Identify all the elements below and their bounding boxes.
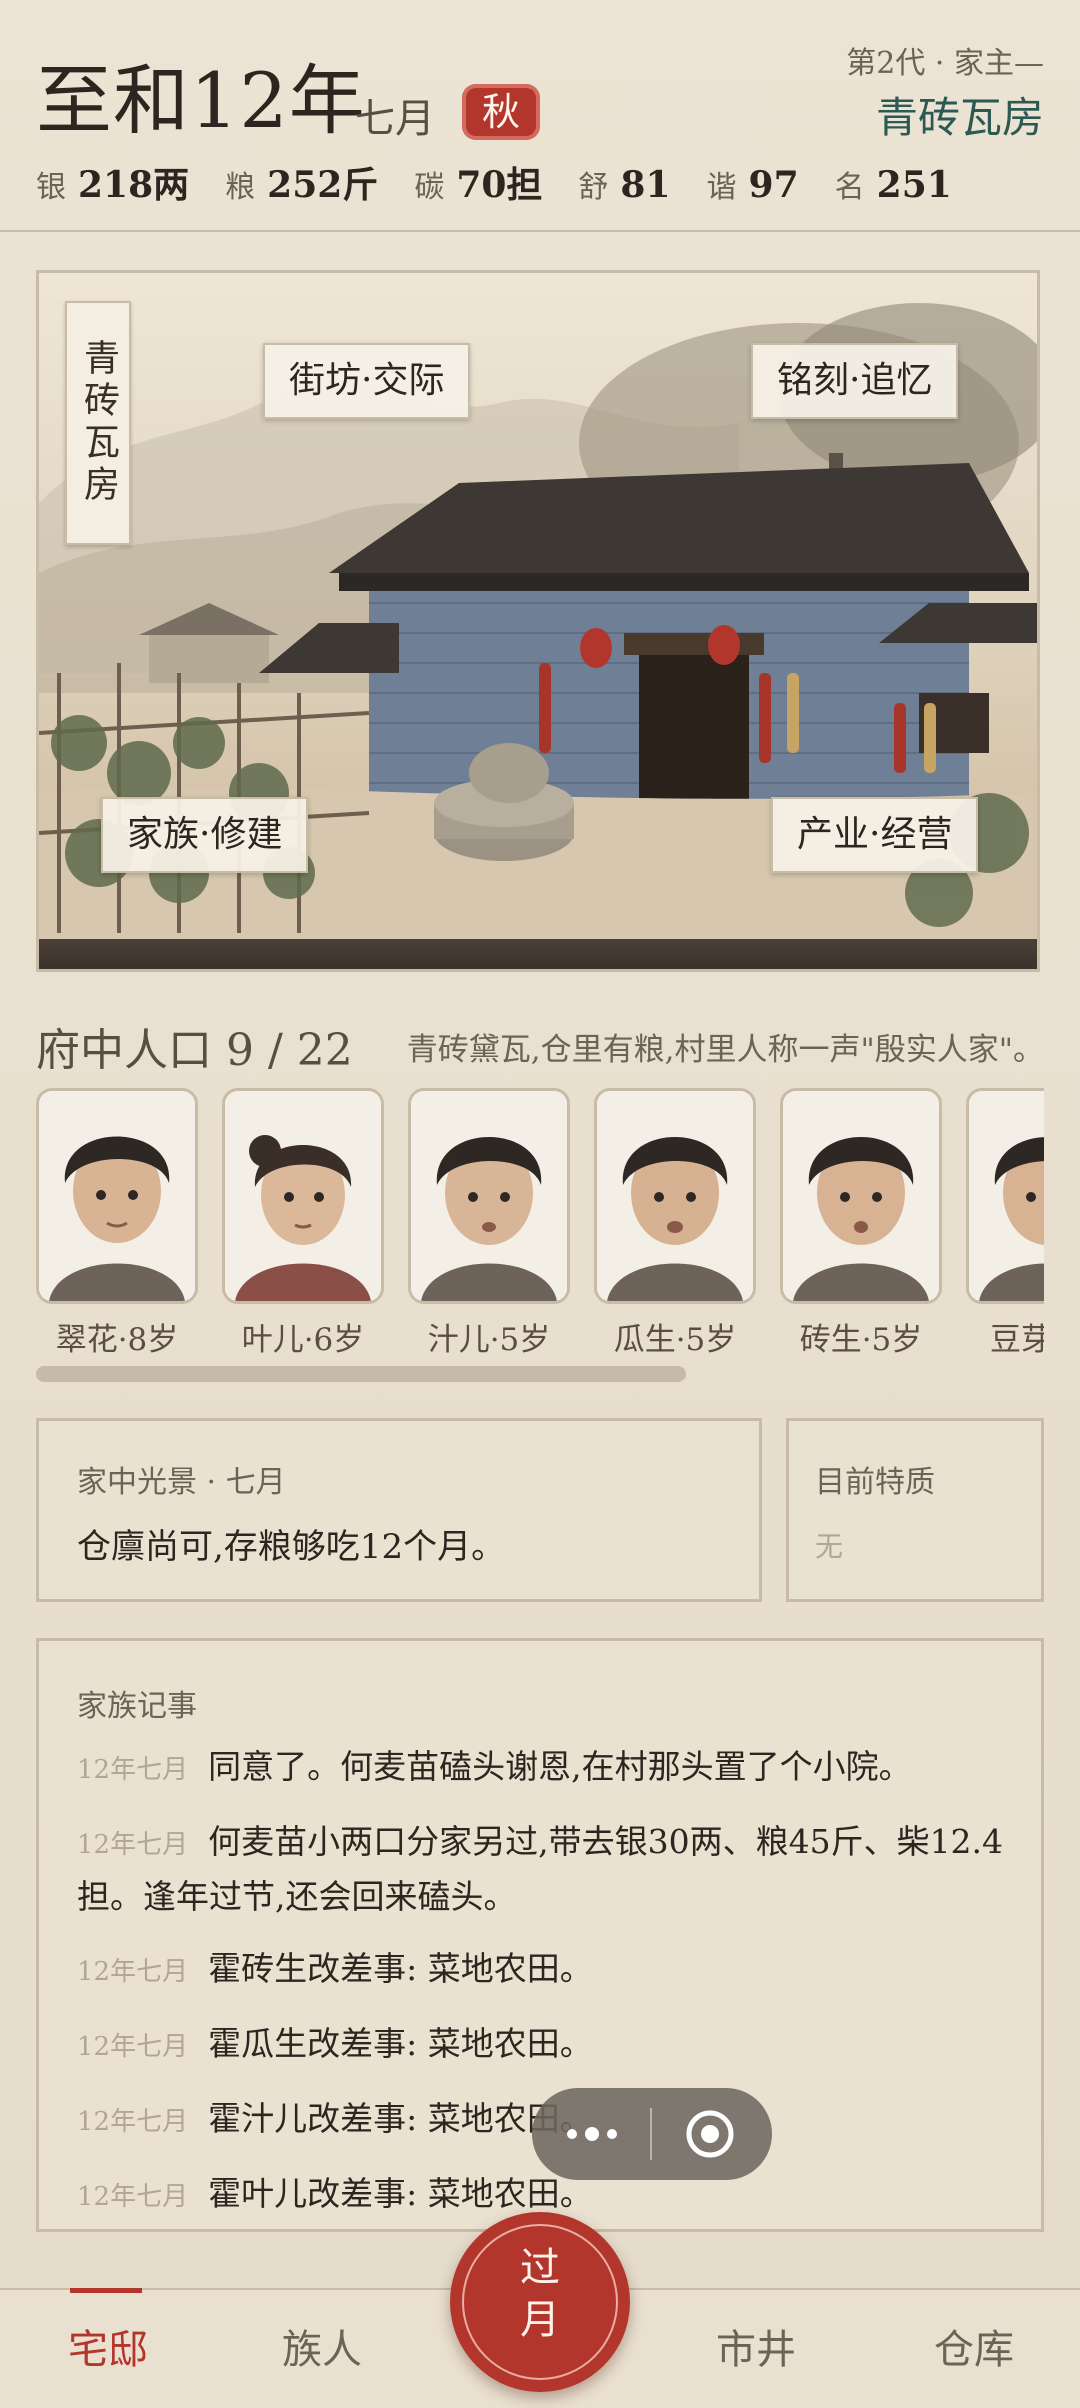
advance-month-text: 过月 bbox=[520, 2245, 560, 2343]
child-portrait-icon bbox=[969, 1091, 1044, 1301]
person-card[interactable]: 翠花·8岁 bbox=[36, 1088, 198, 1358]
log-entry: 12年七月 何麦苗小两口分家另过,带去银30两、粮45斤、柴12.4担。逢年过节,… bbox=[77, 1816, 1007, 1923]
person-name: 叶儿·6岁 bbox=[241, 1322, 365, 1358]
child-portrait-icon bbox=[783, 1091, 939, 1301]
stat-value: 70担 bbox=[456, 164, 543, 206]
person-name: 翠花·8岁 bbox=[55, 1322, 179, 1358]
stat-comfort: 舒 81 bbox=[578, 162, 670, 206]
season-badge: 秋 bbox=[462, 84, 540, 140]
close-miniprogram-button[interactable] bbox=[684, 2108, 736, 2160]
log-entry: 12年七月 霍瓜生改差事: 菜地农田。 bbox=[77, 2018, 1007, 2073]
person-portrait[interactable] bbox=[966, 1088, 1044, 1304]
person-portrait[interactable] bbox=[594, 1088, 756, 1304]
family-status-card: 家中光景 · 七月 仓廪尚可,存粮够吃12个月。 bbox=[36, 1418, 762, 1602]
person-name: 豆芽 bbox=[990, 1322, 1044, 1358]
stat-label: 碳 bbox=[414, 170, 445, 205]
person-card[interactable]: 叶儿·6岁 bbox=[222, 1088, 384, 1358]
log-date: 12年七月 bbox=[77, 1755, 189, 1785]
child-portrait-icon bbox=[39, 1091, 195, 1301]
person-card[interactable]: 瓜生·5岁 bbox=[594, 1088, 756, 1358]
header: 至和12年 七月 秋 第2代 · 家主— 青砖瓦房 银 218两 粮 252斤 … bbox=[0, 0, 1080, 232]
nav-market[interactable]: 市井 bbox=[666, 2290, 846, 2408]
child-portrait-icon bbox=[411, 1091, 567, 1301]
memorial-button[interactable]: 铭刻·追忆 bbox=[751, 343, 959, 419]
person-name: 砖生·5岁 bbox=[799, 1322, 923, 1358]
log-date: 12年七月 bbox=[77, 2107, 189, 2137]
house-scene: 青砖瓦房 街坊·交际 铭刻·追忆 家族·修建 产业·经营 bbox=[36, 270, 1040, 972]
trait-card-value: 无 bbox=[815, 1530, 844, 1563]
nav-clan[interactable]: 族人 bbox=[232, 2290, 412, 2408]
log-text: 同意了。何麦苗磕头谢恩,在村那头置了个小院。 bbox=[208, 1747, 912, 1786]
log-text: 霍瓜生改差事: 菜地农田。 bbox=[208, 2024, 593, 2063]
person-card[interactable]: 砖生·5岁 bbox=[780, 1088, 942, 1358]
population-description: 青砖黛瓦,仓里有粮,村里人称一声"殷实人家"。 bbox=[406, 1032, 1044, 1068]
child-portrait-icon bbox=[597, 1091, 753, 1301]
log-text: 霍叶儿改差事: 菜地农田。 bbox=[208, 2174, 593, 2213]
person-portrait[interactable] bbox=[36, 1088, 198, 1304]
nav-active-indicator bbox=[70, 2288, 142, 2293]
stat-value: 81 bbox=[620, 164, 671, 206]
advance-month-label: 过月 bbox=[450, 2242, 630, 2346]
population-title: 府中人口 9 / 22 bbox=[36, 1025, 353, 1076]
log-date: 12年七月 bbox=[77, 2032, 189, 2062]
era-title: 至和12年 bbox=[36, 56, 366, 145]
log-list: 12年七月 同意了。何麦苗磕头谢恩,在村那头置了个小院。 12年七月 何麦苗小两口分… bbox=[77, 1741, 1007, 2243]
person-card[interactable]: 汁儿·5岁 bbox=[408, 1088, 570, 1358]
status-card-label: 家中光景 · 七月 bbox=[77, 1465, 286, 1500]
log-date: 12年七月 bbox=[77, 1830, 189, 1860]
person-name: 瓜生·5岁 bbox=[613, 1322, 737, 1358]
stat-silver: 银 218两 bbox=[36, 156, 189, 208]
scene-bottom-bar bbox=[39, 939, 1037, 969]
person-name: 汁儿·5岁 bbox=[427, 1322, 551, 1358]
stat-value: 218两 bbox=[78, 164, 190, 206]
house-vertical-sign: 青砖瓦房 bbox=[65, 301, 131, 545]
month-label: 七月 bbox=[355, 96, 435, 142]
person-portrait[interactable] bbox=[222, 1088, 384, 1304]
stat-label: 银 bbox=[36, 170, 66, 205]
business-button[interactable]: 产业·经营 bbox=[771, 797, 979, 873]
log-entry: 12年七月 同意了。何麦苗磕头谢恩,在村那头置了个小院。 bbox=[77, 1741, 1007, 1796]
advance-month-button[interactable]: 过月 bbox=[450, 2212, 630, 2392]
stat-value: 97 bbox=[748, 164, 799, 206]
target-close-icon bbox=[686, 2110, 734, 2158]
stat-label: 粮 bbox=[225, 170, 256, 205]
status-card-text: 仓廪尚可,存粮够吃12个月。 bbox=[77, 1527, 506, 1567]
log-text: 霍砖生改差事: 菜地农田。 bbox=[208, 1949, 593, 1988]
log-entry: 12年七月 霍砖生改差事: 菜地农田。 bbox=[77, 1943, 1007, 1998]
app-page: 至和12年 七月 秋 第2代 · 家主— 青砖瓦房 银 218两 粮 252斤 … bbox=[0, 0, 1080, 2408]
street-social-button[interactable]: 街坊·交际 bbox=[263, 343, 471, 419]
more-dots-icon bbox=[567, 2127, 617, 2141]
stat-harmony: 谐 97 bbox=[707, 162, 799, 206]
resource-stats: 银 218两 粮 252斤 碳 70担 舒 81 谐 97 名 251 bbox=[36, 156, 988, 208]
clan-build-button[interactable]: 家族·修建 bbox=[101, 797, 309, 873]
house-name: 青砖瓦房 bbox=[875, 93, 1044, 142]
nav-home[interactable]: 宅邸 bbox=[18, 2290, 198, 2408]
people-list[interactable]: 翠花·8岁 叶儿·6岁 汁儿·5岁 瓜生·5岁 砖生·5岁 豆芽 bbox=[36, 1088, 1044, 1358]
log-text: 何麦苗小两口分家另过,带去银30两、粮45斤、柴12.4担。逢年过节,还会回来磕… bbox=[77, 1822, 1004, 1916]
stat-grain: 粮 252斤 bbox=[225, 156, 378, 208]
stat-label: 谐 bbox=[706, 170, 737, 205]
generation-info: 第2代 · 家主— bbox=[846, 46, 1044, 81]
nav-warehouse[interactable]: 仓库 bbox=[884, 2290, 1064, 2408]
person-portrait[interactable] bbox=[408, 1088, 570, 1304]
miniprogram-capsule bbox=[532, 2088, 772, 2180]
stat-value: 252斤 bbox=[267, 164, 379, 206]
stat-label: 名 bbox=[834, 170, 865, 205]
person-portrait[interactable] bbox=[780, 1088, 942, 1304]
stat-fame: 名 251 bbox=[835, 162, 952, 206]
more-options-button[interactable] bbox=[560, 2088, 624, 2180]
capsule-divider bbox=[650, 2108, 652, 2160]
people-scrollbar[interactable] bbox=[36, 1366, 686, 1382]
stat-charcoal: 碳 70担 bbox=[414, 156, 542, 208]
log-title: 家族记事 bbox=[77, 1689, 197, 1724]
person-card[interactable]: 豆芽 bbox=[966, 1088, 1044, 1358]
stat-value: 251 bbox=[876, 164, 952, 206]
log-date: 12年七月 bbox=[77, 1957, 189, 1987]
child-portrait-icon bbox=[225, 1091, 381, 1301]
stat-label: 舒 bbox=[578, 170, 609, 205]
trait-card[interactable]: 目前特质 无 bbox=[786, 1418, 1044, 1602]
trait-card-label: 目前特质 bbox=[815, 1465, 935, 1500]
log-date: 12年七月 bbox=[77, 2182, 189, 2212]
